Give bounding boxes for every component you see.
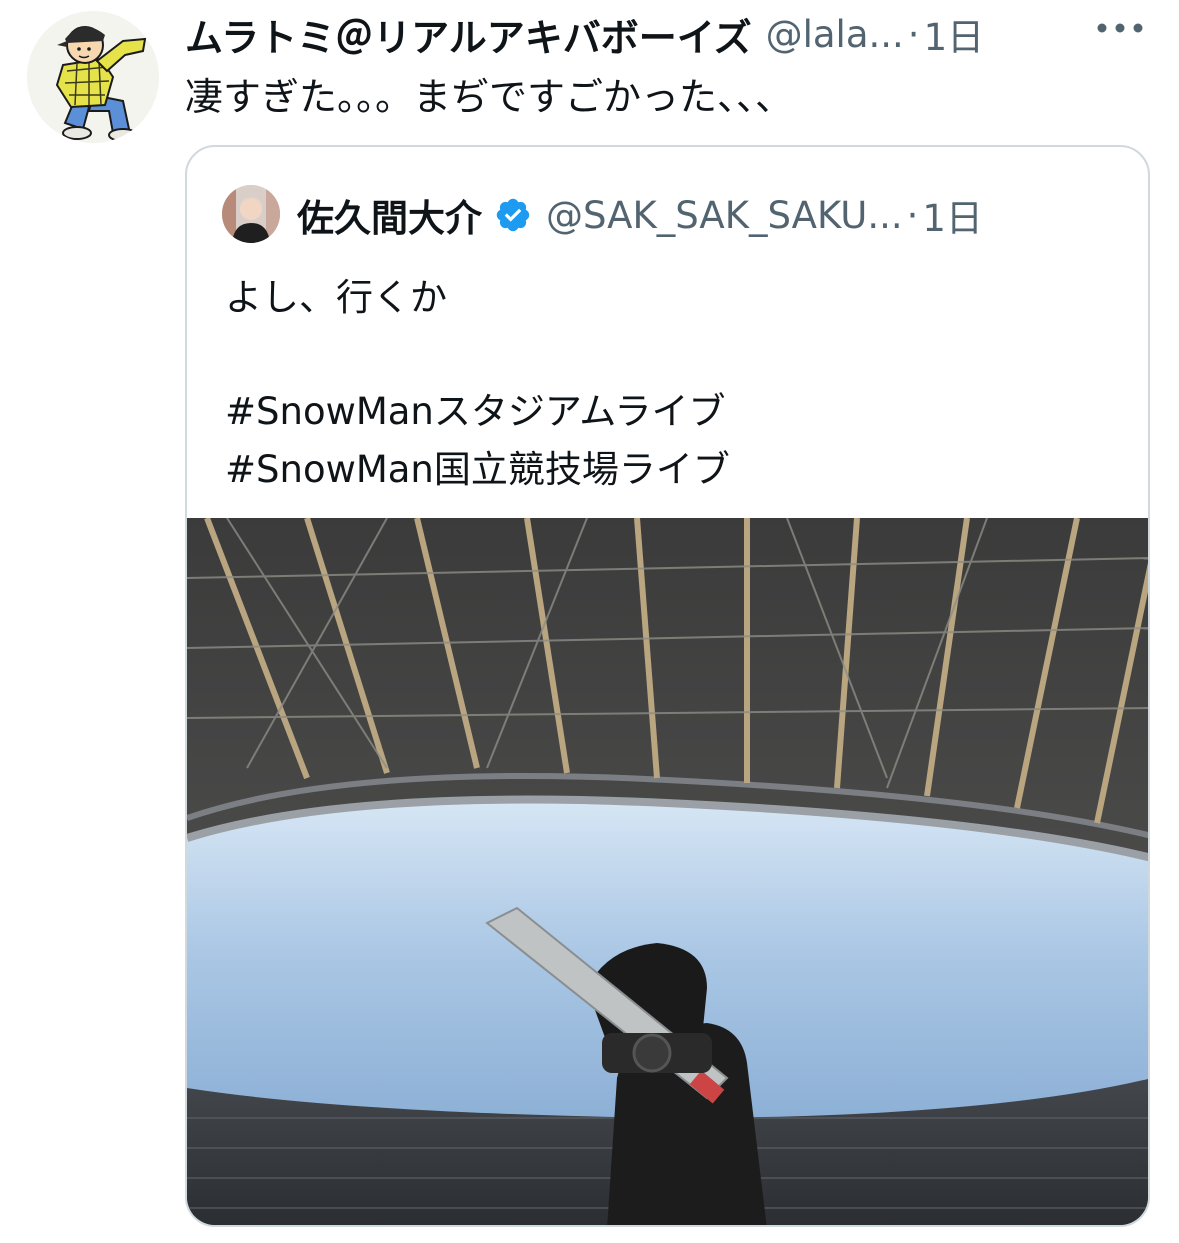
tweet-text: 凄すぎた。。。まぢですごかった、、、: [185, 75, 794, 119]
quoted-author-handle[interactable]: @SAK_SAK_SAKU...: [546, 194, 903, 237]
quoted-avatar-photo: [222, 185, 280, 243]
more-options-button[interactable]: [1090, 8, 1150, 48]
tweet-header: ムラトミ＠リアルアキバボーイズ @lala... · 1日: [185, 6, 1155, 62]
quoted-author-display-name[interactable]: 佐久間大介: [297, 188, 482, 242]
quoted-tweet-header: 佐久間大介 @SAK_SAK_SAKU... · 1日: [297, 187, 983, 243]
quoted-separator-dot: ·: [906, 193, 919, 237]
hashtag-link[interactable]: #SnowManスタジアムライブ: [225, 381, 725, 435]
author-handle[interactable]: @lala...: [766, 13, 904, 56]
quoted-author-avatar[interactable]: [222, 185, 280, 243]
avatar[interactable]: [27, 11, 159, 143]
quoted-tweet[interactable]: 佐久間大介 @SAK_SAK_SAKU... · 1日 よし、行くか #Snow…: [185, 145, 1150, 1227]
quoted-tweet-text: よし、行くか: [225, 276, 447, 319]
tweet[interactable]: ムラトミ＠リアルアキバボーイズ @lala... · 1日 凄すぎた。。。まぢで…: [0, 0, 1179, 1243]
avatar-illustration: [27, 11, 159, 143]
quoted-tweet-photo[interactable]: [187, 518, 1150, 1227]
separator-dot: ·: [907, 12, 920, 56]
more-horizontal-icon: [1097, 23, 1143, 33]
quoted-tweet-timestamp[interactable]: 1日: [922, 188, 983, 242]
author-display-name[interactable]: ムラトミ＠リアルアキバボーイズ: [185, 7, 752, 62]
hashtag-link[interactable]: #SnowMan国立競技場ライブ: [225, 439, 730, 493]
tweet-timestamp[interactable]: 1日: [924, 7, 985, 61]
verified-badge-icon: [496, 198, 530, 232]
